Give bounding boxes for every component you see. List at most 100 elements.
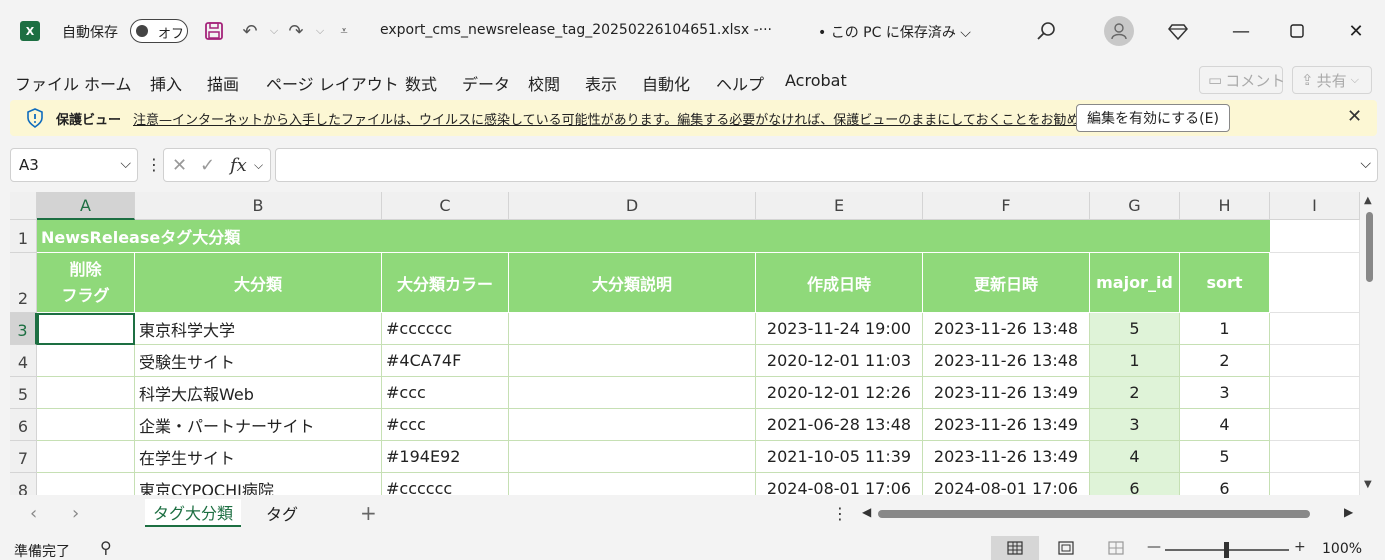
customize-toolbar-icon[interactable]: ⩡ [332, 18, 356, 44]
table-cell-description[interactable] [509, 345, 756, 377]
table-cell-major-id[interactable]: 2 [1090, 377, 1180, 409]
table-cell-category[interactable]: 在学生サイト [135, 441, 382, 473]
table-cell-sort[interactable]: 1 [1180, 313, 1270, 345]
maximize-icon[interactable] [1282, 18, 1312, 44]
horizontal-scrollbar[interactable]: ◀ ▶ [860, 505, 1360, 521]
insert-function-icon[interactable]: fx [230, 155, 247, 176]
header-updated-at[interactable]: 更新日時 [923, 253, 1090, 313]
table-cell-created[interactable]: 2021-10-05 11:39 [756, 441, 923, 473]
save-state[interactable]: • この PC に保存済み ⌵ [818, 22, 971, 42]
table-cell-sort[interactable]: 5 [1180, 441, 1270, 473]
fx-chevron-icon[interactable]: ⌵ [254, 158, 263, 173]
row-header-2[interactable]: 2 [10, 253, 37, 313]
menu-data[interactable]: データ [462, 71, 510, 95]
scroll-down-icon[interactable]: ▼ [1364, 479, 1372, 490]
cell-i2[interactable] [1270, 253, 1360, 313]
normal-view-icon[interactable] [991, 536, 1039, 560]
table-cell-major-id[interactable]: 5 [1090, 313, 1180, 345]
table-cell-delete-flag[interactable] [37, 345, 135, 377]
table-cell-updated[interactable]: 2023-11-26 13:49 [923, 377, 1090, 409]
table-cell-delete-flag[interactable] [37, 441, 135, 473]
table-cell-description[interactable] [509, 313, 756, 345]
header-delete-flag[interactable]: 削除 フラグ [37, 253, 135, 313]
page-break-view-icon[interactable] [1092, 536, 1140, 560]
menu-acrobat[interactable]: Acrobat [785, 71, 847, 90]
undo-icon[interactable]: ↶ [238, 18, 262, 44]
cell-i5[interactable] [1270, 377, 1360, 409]
menu-draw[interactable]: 描画 [207, 71, 239, 95]
menu-view[interactable]: 表示 [585, 71, 617, 95]
accessibility-icon[interactable]: ⚲ [100, 538, 112, 557]
redo-icon[interactable]: ↷ [284, 18, 308, 44]
menu-help[interactable]: ヘルプ [716, 71, 764, 95]
table-cell-major-id[interactable]: 3 [1090, 409, 1180, 441]
close-protected-view-icon[interactable]: ✕ [1347, 106, 1362, 127]
table-cell-updated[interactable]: 2023-11-26 13:48 [923, 345, 1090, 377]
column-header-a[interactable]: A [37, 192, 135, 220]
zoom-level[interactable]: 100% [1322, 541, 1362, 557]
table-cell-delete-flag[interactable] [37, 377, 135, 409]
cell-i6[interactable] [1270, 409, 1360, 441]
header-major-id[interactable]: major_id [1090, 253, 1180, 313]
zoom-slider-thumb[interactable] [1224, 542, 1229, 558]
cell-i4[interactable] [1270, 345, 1360, 377]
tab-options-icon[interactable]: ⋮ [832, 504, 848, 523]
select-all-corner[interactable] [10, 192, 37, 220]
scroll-right-icon[interactable]: ▶ [1344, 505, 1353, 519]
user-avatar[interactable] [1104, 16, 1134, 46]
table-cell-description[interactable] [509, 441, 756, 473]
save-icon[interactable] [202, 18, 226, 44]
table-cell-created[interactable]: 2020-12-01 12:26 [756, 377, 923, 409]
menu-home[interactable]: ホーム [84, 71, 132, 95]
spreadsheet-grid[interactable]: A B C D E F G H I 1 2 3 4 5 6 7 8 NewsRe… [10, 192, 1360, 495]
enable-editing-button[interactable]: 編集を有効にする(E) [1076, 104, 1230, 132]
header-category[interactable]: 大分類 [135, 253, 382, 313]
cell-i8[interactable] [1270, 473, 1360, 495]
zoom-in-icon[interactable]: + [1294, 539, 1306, 555]
search-icon[interactable] [1034, 18, 1058, 44]
autosave-toggle[interactable]: オフ [130, 19, 188, 43]
undo-dropdown-icon[interactable]: ⌵ [262, 18, 286, 44]
row-header-3[interactable]: 3 [10, 313, 37, 345]
table-cell-updated[interactable]: 2023-11-26 13:49 [923, 441, 1090, 473]
table-cell-sort[interactable]: 3 [1180, 377, 1270, 409]
scroll-left-icon[interactable]: ◀ [862, 505, 871, 519]
table-cell-color[interactable]: #ccc [382, 377, 509, 409]
minimize-icon[interactable]: — [1226, 18, 1256, 44]
table-cell-category[interactable]: 受験生サイト [135, 345, 382, 377]
add-sheet-icon[interactable]: + [360, 501, 377, 525]
table-cell-color[interactable]: #4CA74F [382, 345, 509, 377]
expand-formula-icon[interactable]: ⌵ [1360, 156, 1371, 172]
table-cell-delete-flag[interactable] [37, 409, 135, 441]
enter-icon[interactable]: ✓ [200, 155, 215, 176]
scroll-up-icon[interactable]: ▲ [1364, 195, 1372, 206]
cancel-icon[interactable]: ✕ [172, 155, 187, 176]
horizontal-scroll-thumb[interactable] [878, 510, 1310, 518]
table-cell-created[interactable]: 2023-11-24 19:00 [756, 313, 923, 345]
next-sheet-icon[interactable]: › [72, 503, 79, 524]
row-header-1[interactable]: 1 [10, 220, 37, 253]
table-cell-updated[interactable]: 2023-11-26 13:49 [923, 409, 1090, 441]
column-header-c[interactable]: C [382, 192, 509, 220]
header-sort[interactable]: sort [1180, 253, 1270, 313]
close-icon[interactable]: ✕ [1341, 18, 1371, 44]
header-category-color[interactable]: 大分類カラー [382, 253, 509, 313]
table-cell-created[interactable]: 2020-12-01 11:03 [756, 345, 923, 377]
column-header-i[interactable]: I [1270, 192, 1360, 220]
vertical-scroll-thumb[interactable] [1366, 212, 1373, 282]
sheet-tab-tag[interactable]: タグ [258, 499, 306, 527]
menu-file[interactable]: ファイル [15, 71, 79, 95]
menu-automate[interactable]: 自動化 [642, 71, 690, 95]
row-header-5[interactable]: 5 [10, 377, 37, 409]
more-options-icon[interactable]: ⋮ [146, 155, 162, 174]
table-cell-updated[interactable]: 2023-11-26 13:48 [923, 313, 1090, 345]
sheet-tab-major-category[interactable]: タグ大分類 [145, 499, 242, 527]
diamond-icon[interactable] [1166, 18, 1190, 44]
table-cell-description[interactable] [509, 409, 756, 441]
table-cell-created[interactable]: 2024-08-01 17:06 [756, 473, 923, 495]
table-cell-color[interactable]: #ccc [382, 409, 509, 441]
table-cell-delete-flag[interactable] [37, 313, 135, 345]
menu-formulas[interactable]: 数式 [405, 71, 437, 95]
header-created-at[interactable]: 作成日時 [756, 253, 923, 313]
table-cell-major-id[interactable]: 6 [1090, 473, 1180, 495]
